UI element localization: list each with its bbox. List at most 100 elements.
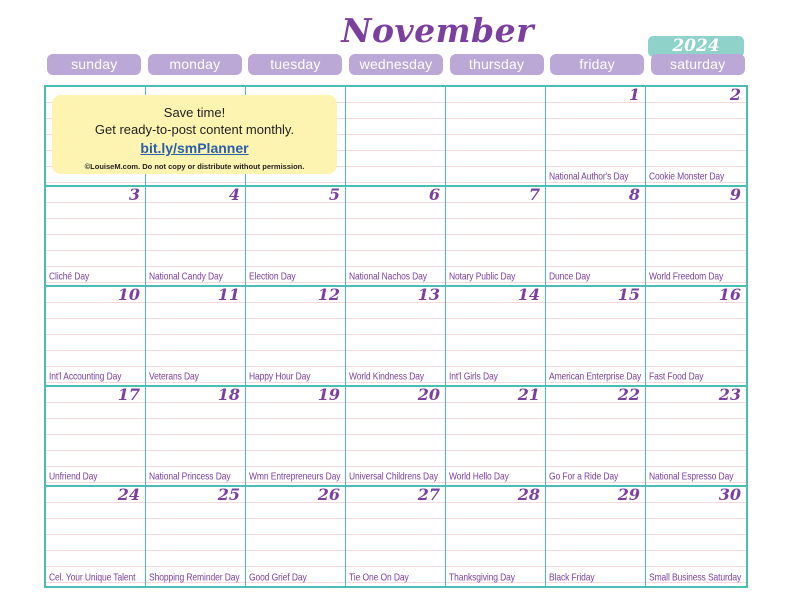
- day-cell[interactable]: 26 Good Grief Day: [246, 487, 346, 586]
- day-number: 24: [117, 487, 140, 504]
- day-cell[interactable]: 4 National Candy Day: [146, 187, 246, 285]
- day-cell[interactable]: 13 World Kindness Day: [346, 287, 446, 385]
- day-event-label[interactable]: Universal Childrens Day: [349, 470, 443, 483]
- day-event-label[interactable]: National Princess Day: [149, 470, 243, 483]
- day-cell[interactable]: 22 Go For a Ride Day: [546, 387, 646, 485]
- day-cell[interactable]: [346, 87, 446, 185]
- day-cell[interactable]: 18 National Princess Day: [146, 387, 246, 485]
- day-cell[interactable]: 6 National Nachos Day: [346, 187, 446, 285]
- weekday-header-cell: tuesday: [245, 53, 346, 75]
- day-number: 9: [729, 187, 741, 204]
- day-cell[interactable]: 14 Int'l Girls Day: [446, 287, 546, 385]
- day-cell[interactable]: 30 Small Business Saturday: [646, 487, 746, 586]
- day-event-label[interactable]: American Enterprise Day: [549, 370, 643, 383]
- day-number: 20: [417, 387, 440, 404]
- day-cell[interactable]: 19 Wmn Entrepreneurs Day: [246, 387, 346, 485]
- day-cell[interactable]: 27 Tie One On Day: [346, 487, 446, 586]
- day-number: 22: [617, 387, 640, 404]
- day-cell[interactable]: 23 National Espresso Day: [646, 387, 746, 485]
- day-cell[interactable]: 17 Unfriend Day: [46, 387, 146, 485]
- calendar-week-row: 17 Unfriend Day 18 National Princess Day 19 W…: [46, 387, 746, 487]
- day-number: 11: [217, 287, 240, 304]
- ruled-lines: [346, 87, 445, 185]
- weekday-pill-friday: friday: [550, 53, 645, 75]
- day-event-label[interactable]: Election Day: [249, 270, 343, 283]
- day-event-label[interactable]: World Kindness Day: [349, 370, 443, 383]
- day-event-label[interactable]: Go For a Ride Day: [549, 470, 643, 483]
- day-number: 12: [317, 287, 340, 304]
- day-cell[interactable]: 9 World Freedom Day: [646, 187, 746, 285]
- day-cell[interactable]: [446, 87, 546, 185]
- day-event-label[interactable]: Shopping Reminder Day: [149, 571, 243, 584]
- weekday-pill-wednesday: wednesday: [348, 53, 443, 75]
- day-cell[interactable]: 5 Election Day: [246, 187, 346, 285]
- day-number: 13: [417, 287, 440, 304]
- weekday-header-row: sunday monday tuesday wednesday thursday frid…: [44, 53, 748, 75]
- promo-copyright-notice: ©LouiseM.com. Do not copy or distribute …: [84, 162, 305, 171]
- day-cell[interactable]: 29 Black Friday: [546, 487, 646, 586]
- day-event-label[interactable]: National Nachos Day: [349, 270, 443, 283]
- day-cell[interactable]: 8 Dunce Day: [546, 187, 646, 285]
- day-event-label[interactable]: Dunce Day: [549, 270, 643, 283]
- weekday-pill-thursday: thursday: [449, 53, 544, 75]
- day-cell[interactable]: 16 Fast Food Day: [646, 287, 746, 385]
- promo-link[interactable]: bit.ly/smPlanner: [52, 139, 337, 157]
- day-number: 28: [517, 487, 540, 504]
- day-number: 19: [317, 387, 340, 404]
- day-number: 21: [517, 387, 540, 404]
- day-event-label[interactable]: Cookie Monster Day: [649, 170, 744, 183]
- day-number: 25: [217, 487, 240, 504]
- day-cell[interactable]: 15 American Enterprise Day: [546, 287, 646, 385]
- day-cell[interactable]: 12 Happy Hour Day: [246, 287, 346, 385]
- day-number: 30: [718, 487, 741, 504]
- weekday-pill-tuesday: tuesday: [248, 53, 343, 75]
- weekday-header-cell: thursday: [446, 53, 547, 75]
- day-cell[interactable]: 2 Cookie Monster Day: [646, 87, 746, 185]
- day-number: 14: [517, 287, 540, 304]
- day-event-label[interactable]: Fast Food Day: [649, 370, 744, 383]
- day-number: 27: [417, 487, 440, 504]
- day-event-label[interactable]: Cliché Day: [49, 270, 143, 283]
- day-cell[interactable]: 24 Cel. Your Unique Talent: [46, 487, 146, 586]
- day-event-label[interactable]: Good Grief Day: [249, 571, 343, 584]
- month-title: November: [341, 11, 534, 50]
- calendar-week-row: 24 Cel. Your Unique Talent 25 Shopping Remi…: [46, 487, 746, 586]
- day-event-label[interactable]: World Freedom Day: [649, 270, 744, 283]
- day-event-label[interactable]: National Candy Day: [149, 270, 243, 283]
- day-cell[interactable]: 7 Notary Public Day: [446, 187, 546, 285]
- day-event-label[interactable]: Int'l Girls Day: [449, 370, 543, 383]
- day-cell[interactable]: 11 Veterans Day: [146, 287, 246, 385]
- day-event-label[interactable]: Happy Hour Day: [249, 370, 343, 383]
- day-event-label[interactable]: Black Friday: [549, 571, 643, 584]
- day-cell[interactable]: 21 World Hello Day: [446, 387, 546, 485]
- day-cell[interactable]: 3 Cliché Day: [46, 187, 146, 285]
- day-cell[interactable]: 20 Universal Childrens Day: [346, 387, 446, 485]
- day-event-label[interactable]: Small Business Saturday: [649, 571, 744, 584]
- day-event-label[interactable]: Int'l Accounting Day: [49, 370, 143, 383]
- promo-note: Save time! Get ready-to-post content mon…: [52, 95, 337, 174]
- day-event-label[interactable]: World Hello Day: [449, 470, 543, 483]
- day-cell[interactable]: 1 National Author's Day: [546, 87, 646, 185]
- weekday-header-cell: monday: [145, 53, 246, 75]
- day-event-label[interactable]: Notary Public Day: [449, 270, 543, 283]
- day-event-label[interactable]: Wmn Entrepreneurs Day: [249, 470, 343, 483]
- weekday-header-cell: friday: [547, 53, 648, 75]
- day-cell[interactable]: 10 Int'l Accounting Day: [46, 287, 146, 385]
- weekday-pill-saturday: saturday: [650, 53, 745, 75]
- calendar-title-bar: November 2024: [0, 11, 792, 57]
- day-cell[interactable]: 28 Thanksgiving Day: [446, 487, 546, 586]
- calendar-week-row: 10 Int'l Accounting Day 11 Veterans Day 12 Ha…: [46, 287, 746, 387]
- day-number: 15: [617, 287, 640, 304]
- day-event-label[interactable]: National Author's Day: [549, 170, 643, 183]
- day-event-label[interactable]: Tie One On Day: [349, 571, 443, 584]
- day-number: 16: [718, 287, 741, 304]
- day-event-label[interactable]: National Espresso Day: [649, 470, 744, 483]
- day-event-label[interactable]: Unfriend Day: [49, 470, 143, 483]
- day-cell[interactable]: 25 Shopping Reminder Day: [146, 487, 246, 586]
- day-event-label[interactable]: Cel. Your Unique Talent: [49, 571, 143, 584]
- day-event-label[interactable]: Thanksgiving Day: [449, 571, 543, 584]
- day-number: 26: [317, 487, 340, 504]
- day-event-label[interactable]: Veterans Day: [149, 370, 243, 383]
- day-number: 17: [117, 387, 140, 404]
- calendar-page: November 2024 sunday monday tuesday wednesd…: [0, 0, 792, 612]
